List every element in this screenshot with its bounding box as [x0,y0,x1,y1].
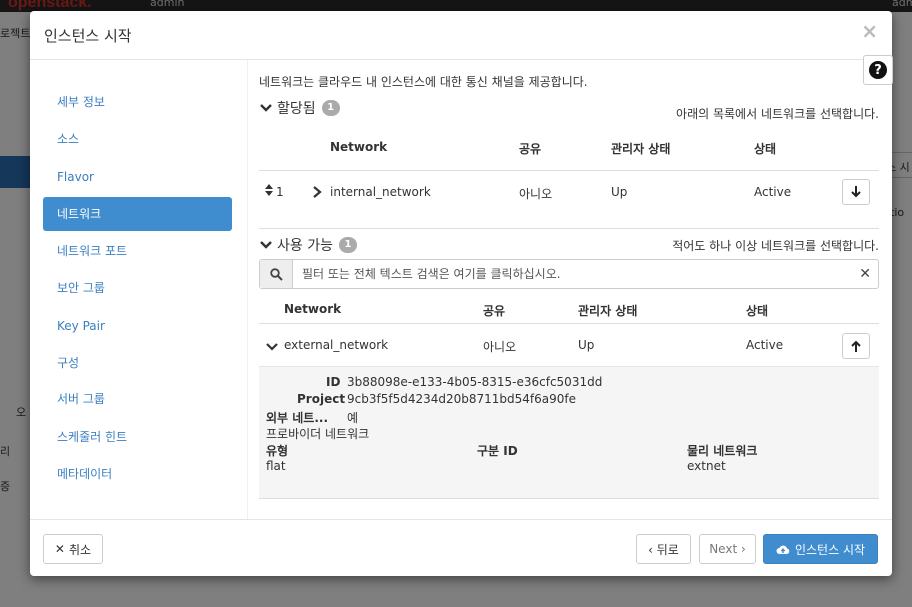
question-icon: ? [869,61,887,79]
detail-type-value: flat [266,459,286,473]
arrow-down-icon [851,186,861,198]
provider-network-title: 프로바이더 네트워크 [266,427,370,441]
allocated-hint: 아래의 목록에서 네트워크를 선택합니다. [676,107,879,121]
detail-type-label: 유형 [266,444,289,458]
nav-item-server-groups[interactable]: 서버 그룹 [43,382,232,416]
close-icon: ✕ [54,542,65,556]
nav-item-flavor[interactable]: Flavor [43,160,232,194]
arrow-up-icon [851,340,861,352]
table-row: 1 internal_network 아니오 Up Active [259,170,879,214]
back-button[interactable]: ‹ 뒤로 [636,534,691,564]
nav-item-scheduler-hints[interactable]: 스케줄러 힌트 [43,420,232,454]
deallocate-button[interactable] [842,179,870,205]
nav-item-metadata[interactable]: 메타데이터 [43,457,232,491]
allocated-table-header: Network 공유 관리자 상태 상태 [259,132,879,162]
available-table-header: Network 공유 관리자 상태 상태 [259,294,879,324]
close-icon[interactable]: × [861,21,878,41]
modal-footer: ✕ 취소 ‹ 뒤로 Next › 인스턴스 시작 [30,519,892,576]
nav-item-key-pair[interactable]: Key Pair [43,309,232,343]
network-admin-state: Up [578,338,595,352]
network-admin-state: Up [611,185,628,199]
column-shared: 공유 [519,142,542,156]
detail-physical-label: 물리 네트워크 [687,444,758,458]
row-order: 1 [276,185,284,199]
column-status: 상태 [754,142,777,156]
launch-instance-modal: 인스턴스 시작 × ? 세부 정보 소스 Flavor 네트워크 네트워크 포트… [30,11,893,576]
clear-filter-icon[interactable]: ✕ [859,266,871,282]
column-shared: 공유 [483,304,506,318]
search-input[interactable] [298,260,858,288]
detail-physical-value: extnet [687,459,726,473]
chevron-down-icon [260,104,272,112]
cancel-button[interactable]: ✕ 취소 [43,534,103,564]
launch-label: 인스턴스 시작 [794,542,866,557]
wizard-steps-nav: 세부 정보 소스 Flavor 네트워크 네트워크 포트 보안 그룹 Key P… [30,60,248,519]
detail-project-value: 9cb3f5f5d4234d20b8711bd54f6a90fe [347,392,576,406]
detail-segment-label: 구분 ID [477,444,518,458]
nav-item-security-groups[interactable]: 보안 그룹 [43,271,232,305]
nav-item-network-ports[interactable]: 네트워크 포트 [43,234,232,268]
launch-instance-button[interactable]: 인스턴스 시작 [763,534,878,564]
chevron-down-icon[interactable] [266,341,278,355]
search-icon [260,260,293,288]
network-status: Active [754,185,792,199]
network-name: external_network [284,338,389,352]
available-count-badge: 1 [338,237,357,253]
column-network: Network [330,140,388,154]
detail-external-label: 외부 네트... [266,411,329,425]
network-shared: 아니오 [483,340,517,354]
nav-item-details[interactable]: 세부 정보 [43,85,232,119]
network-name: internal_network [330,185,431,199]
network-detail-panel: ID 3b88098e-e133-4b05-8315-e36cfc5031dd … [259,366,879,499]
cloud-upload-icon [776,545,790,554]
allocated-count-badge: 1 [321,100,340,116]
detail-id-value: 3b88098e-e133-4b05-8315-e36cfc5031dd [347,375,603,389]
cancel-label: 취소 [68,542,92,557]
available-hint: 적어도 하나 이상 네트워크를 선택합니다. [672,239,879,253]
allocate-button[interactable] [842,333,870,359]
nav-item-source[interactable]: 소스 [43,122,232,156]
column-network: Network [284,302,342,316]
nav-item-networks[interactable]: 네트워크 [43,197,232,231]
available-title: 사용 가능 [277,238,333,254]
allocated-section-toggle[interactable]: 할당됨 1 [259,98,340,118]
network-shared: 아니오 [519,187,553,201]
table-row: external_network 아니오 Up Active [259,323,879,367]
step-description: 네트워크는 클라우드 내 인스턴스에 대한 통신 채널을 제공합니다. [259,75,588,89]
detail-project-label: Project [297,392,346,406]
help-button[interactable]: ? [863,55,893,85]
next-button[interactable]: Next › [699,534,756,564]
detail-external-value: 예 [347,411,359,425]
sort-handle-icon[interactable] [265,184,273,199]
column-status: 상태 [746,304,769,318]
detail-id-label: ID [326,375,341,389]
nav-item-configuration[interactable]: 구성 [43,346,232,380]
chevron-down-icon [260,241,272,249]
column-admin-state: 관리자 상태 [578,304,638,318]
chevron-right-icon[interactable] [312,186,322,201]
modal-header: 인스턴스 시작 × [30,11,892,60]
network-status: Active [746,338,784,352]
filter-bar: ✕ [259,259,879,289]
allocated-title: 할당됨 [277,101,316,117]
modal-title: 인스턴스 시작 [44,27,132,45]
column-admin-state: 관리자 상태 [611,142,671,156]
